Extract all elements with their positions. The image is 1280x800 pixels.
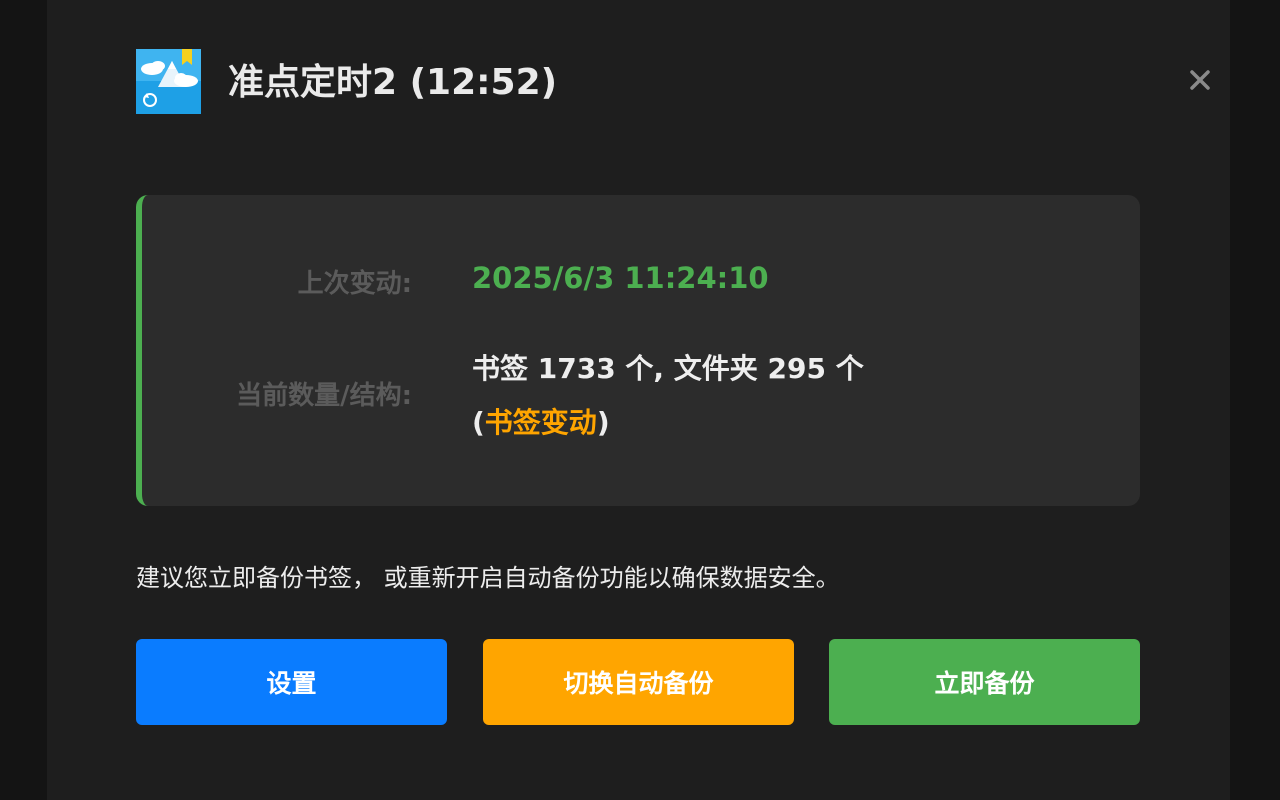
last-change-label: 上次变动: xyxy=(297,269,412,299)
close-button[interactable] xyxy=(1180,64,1220,100)
last-change-value: 2025/6/3 11:24:10 xyxy=(472,261,769,295)
dialog-header: 准点定时2 (12:52) xyxy=(136,49,1210,114)
change-type: (书签变动) xyxy=(472,401,610,441)
close-icon xyxy=(1190,70,1210,90)
settings-button[interactable]: 设置 xyxy=(136,639,447,725)
backup-reminder-dialog: 准点定时2 (12:52) 上次变动: 2025/6/3 11:24:10 当前… xyxy=(47,0,1230,800)
count-structure-label: 当前数量/结构: xyxy=(236,381,412,411)
change-type-text: 书签变动 xyxy=(484,406,597,439)
change-paren-close: ) xyxy=(596,406,610,439)
backup-now-button[interactable]: 立即备份 xyxy=(829,639,1140,725)
change-paren-open: ( xyxy=(472,406,485,439)
backup-notice-text: 建议您立即备份书签， 或重新开启自动备份功能以确保数据安全。 xyxy=(136,564,840,592)
toggle-auto-backup-button[interactable]: 切换自动备份 xyxy=(483,639,794,725)
bookmark-cloud-app-icon xyxy=(136,49,201,114)
count-structure-value: 书签 1733 个, 文件夹 295 个 xyxy=(472,352,864,385)
bookmark-status-card: 上次变动: 2025/6/3 11:24:10 当前数量/结构: 书签 1733… xyxy=(136,195,1140,506)
dialog-title: 准点定时2 (12:52) xyxy=(228,62,558,103)
